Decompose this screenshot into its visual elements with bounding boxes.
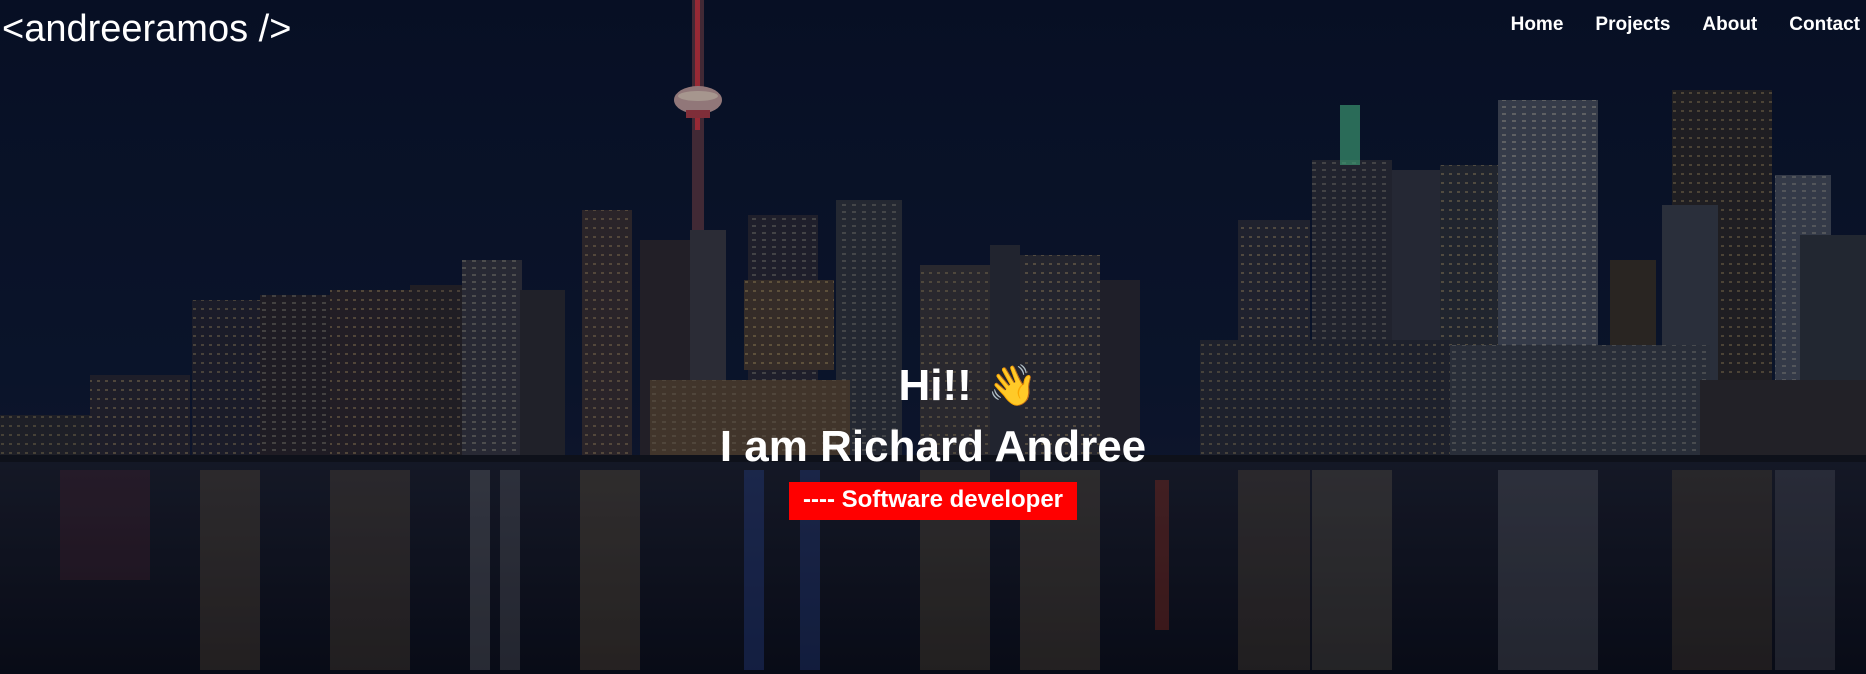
site-logo[interactable]: <andreeramos /> bbox=[2, 8, 291, 51]
greeting-text: Hi!! bbox=[898, 361, 972, 410]
dark-overlay bbox=[0, 0, 1866, 674]
hero-section: <andreeramos /> Home Projects About Cont… bbox=[0, 0, 1866, 674]
main-navigation: Home Projects About Contact bbox=[1511, 14, 1860, 36]
waving-hand-icon: 👋 bbox=[987, 364, 1038, 408]
nav-link-projects[interactable]: Projects bbox=[1595, 14, 1670, 36]
hero-content: Hi!! 👋 I am Richard Andree ---- Software… bbox=[0, 358, 1866, 520]
nav-link-home[interactable]: Home bbox=[1511, 14, 1564, 36]
role-badge: ---- Software developer bbox=[788, 482, 1078, 520]
greeting-heading: Hi!! 👋 bbox=[898, 358, 1037, 414]
nav-link-about[interactable]: About bbox=[1702, 14, 1757, 36]
name-heading: I am Richard Andree bbox=[719, 422, 1147, 471]
nav-link-contact[interactable]: Contact bbox=[1789, 14, 1860, 36]
